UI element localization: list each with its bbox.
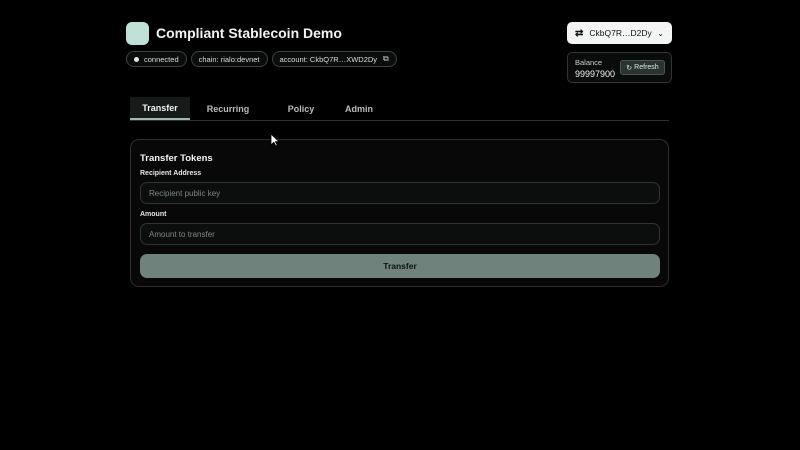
tab-bar: Transfer Recurring Policy Admin <box>130 97 669 121</box>
account-text: account: CkbQ7R…XWD2Dy <box>279 54 378 64</box>
connection-status-badge: connected <box>126 51 187 67</box>
card-title: Transfer Tokens <box>140 153 213 164</box>
tab-label: Recurring <box>206 103 250 114</box>
tab-label: Policy <box>287 103 315 114</box>
mouse-cursor-icon <box>270 133 280 147</box>
amount-label: Amount <box>140 211 167 218</box>
refresh-icon: ↻ <box>626 64 633 72</box>
copy-icon[interactable]: ⧉ <box>383 54 389 64</box>
tab-recurring[interactable]: Recurring <box>190 97 266 120</box>
tab-policy[interactable]: Policy <box>266 97 336 120</box>
recipient-label: Recipient Address <box>140 170 202 177</box>
wallet-logo-icon: ⇄ <box>575 27 584 39</box>
amount-input[interactable] <box>140 223 660 245</box>
refresh-label: Refresh <box>634 64 659 71</box>
transfer-submit-button[interactable]: Transfer <box>140 254 660 278</box>
app-title: Compliant Stablecoin Demo <box>156 25 342 41</box>
balance-card: Balance 99997900 ↻ Refresh <box>567 52 672 83</box>
connection-status-text: connected <box>144 54 179 64</box>
wallet-address: CkbQ7R…D2Dy <box>589 28 652 38</box>
refresh-button[interactable]: ↻ Refresh <box>620 60 665 75</box>
balance-label: Balance <box>575 58 603 67</box>
wallet-button[interactable]: ⇄ CkbQ7R…D2Dy ⌄ <box>567 22 672 44</box>
chain-badge: chain: rialo:devnet <box>190 51 268 67</box>
status-pills: connected chain: rialo:devnet account: C… <box>126 51 397 67</box>
tab-label: Transfer <box>142 102 178 113</box>
app-logo <box>126 22 149 45</box>
transfer-card: Transfer Tokens Recipient Address Amount… <box>130 139 669 287</box>
chain-text: chain: rialo:devnet <box>198 54 260 64</box>
tab-admin[interactable]: Admin <box>336 97 382 120</box>
status-dot-icon <box>134 56 139 62</box>
account-badge: account: CkbQ7R…XWD2Dy ⧉ <box>271 51 397 67</box>
balance-value: 99997900 <box>575 69 616 79</box>
tab-transfer[interactable]: Transfer <box>130 97 190 120</box>
tab-label: Admin <box>345 103 373 114</box>
chevron-down-icon: ⌄ <box>657 28 664 38</box>
recipient-input[interactable] <box>140 182 660 204</box>
